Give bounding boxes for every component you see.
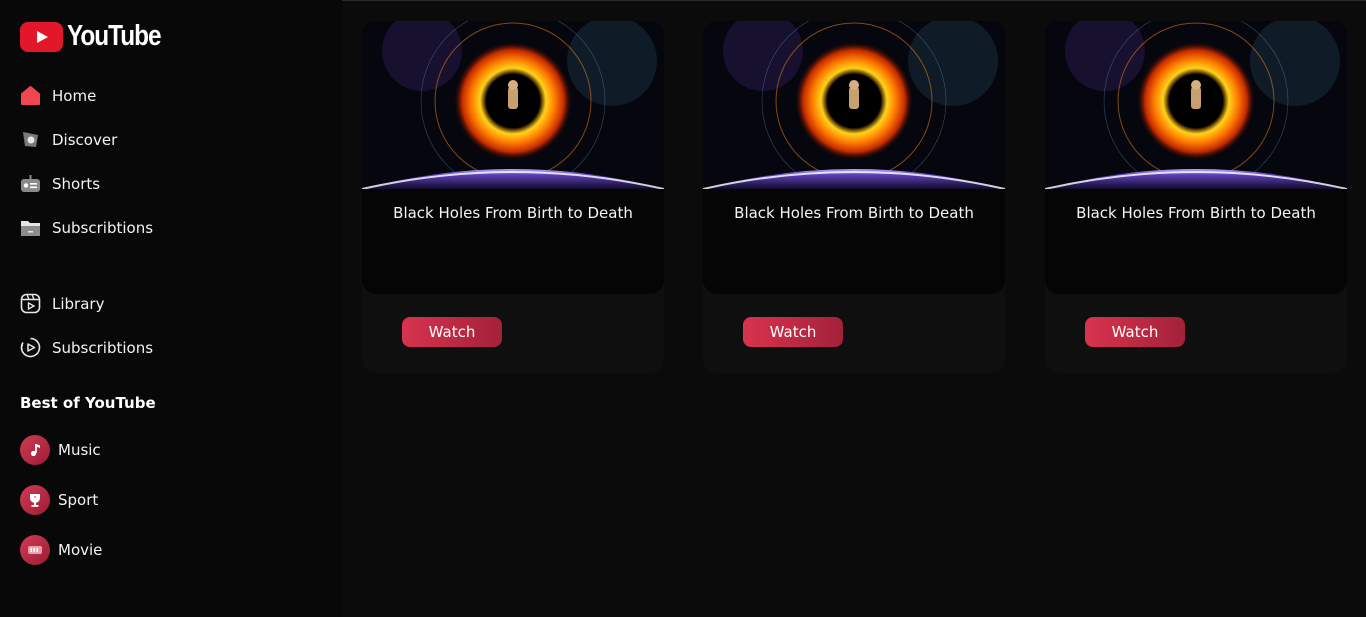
- video-thumbnail[interactable]: [362, 21, 664, 189]
- sidebar-item-discover[interactable]: Discover: [20, 129, 117, 150]
- video-thumbnail[interactable]: [703, 21, 1005, 189]
- video-title[interactable]: Black Holes From Birth to Death: [703, 204, 1005, 222]
- video-title[interactable]: Black Holes From Birth to Death: [362, 204, 664, 222]
- watch-button[interactable]: Watch: [1085, 317, 1185, 347]
- library-icon: [20, 293, 41, 314]
- play-circle-icon: [20, 337, 41, 358]
- film-icon: [20, 535, 50, 565]
- folder-icon: [20, 217, 41, 238]
- logo-text: YouTube: [67, 20, 162, 52]
- compass-icon: [20, 129, 41, 150]
- video-card[interactable]: Black Holes From Birth to Death Watch: [703, 21, 1005, 373]
- category-label: Music: [58, 441, 101, 459]
- sidebar-item-label: Subscribtions: [52, 338, 154, 357]
- sidebar: YouTube Home Discover Shorts Subscribtio…: [0, 0, 342, 617]
- home-icon: [20, 85, 41, 106]
- sidebar-item-library[interactable]: Library: [20, 293, 104, 314]
- video-thumbnail[interactable]: [1045, 21, 1347, 189]
- watch-button[interactable]: Watch: [402, 317, 502, 347]
- video-title[interactable]: Black Holes From Birth to Death: [1045, 204, 1347, 222]
- music-note-icon: [20, 435, 50, 465]
- play-logo-icon: [20, 21, 63, 52]
- section-title-best: Best of YouTube: [20, 394, 156, 412]
- watch-button[interactable]: Watch: [743, 317, 843, 347]
- sidebar-item-label: Discover: [52, 130, 118, 149]
- youtube-logo[interactable]: YouTube: [20, 20, 178, 53]
- video-grid: Black Holes From Birth to Death Watch Bl…: [342, 0, 1366, 617]
- sidebar-item-label: Home: [52, 86, 97, 105]
- category-movie[interactable]: Movie: [20, 535, 102, 565]
- category-sport[interactable]: Sport: [20, 485, 98, 515]
- category-music[interactable]: Music: [20, 435, 101, 465]
- sidebar-item-label: Shorts: [52, 174, 101, 193]
- sidebar-item-shorts[interactable]: Shorts: [20, 173, 100, 194]
- sidebar-item-label: Library: [52, 294, 105, 313]
- sidebar-item-subscriptions-2[interactable]: Subscribtions: [20, 337, 153, 358]
- shorts-icon: [20, 173, 41, 194]
- sidebar-item-label: Subscribtions: [52, 218, 154, 237]
- sidebar-item-subscriptions[interactable]: Subscribtions: [20, 217, 153, 238]
- video-card[interactable]: Black Holes From Birth to Death Watch: [1045, 21, 1347, 373]
- sidebar-item-home[interactable]: Home: [20, 85, 96, 106]
- category-label: Sport: [58, 491, 99, 509]
- category-label: Movie: [58, 541, 103, 559]
- video-card[interactable]: Black Holes From Birth to Death Watch: [362, 21, 664, 373]
- trophy-icon: [20, 485, 50, 515]
